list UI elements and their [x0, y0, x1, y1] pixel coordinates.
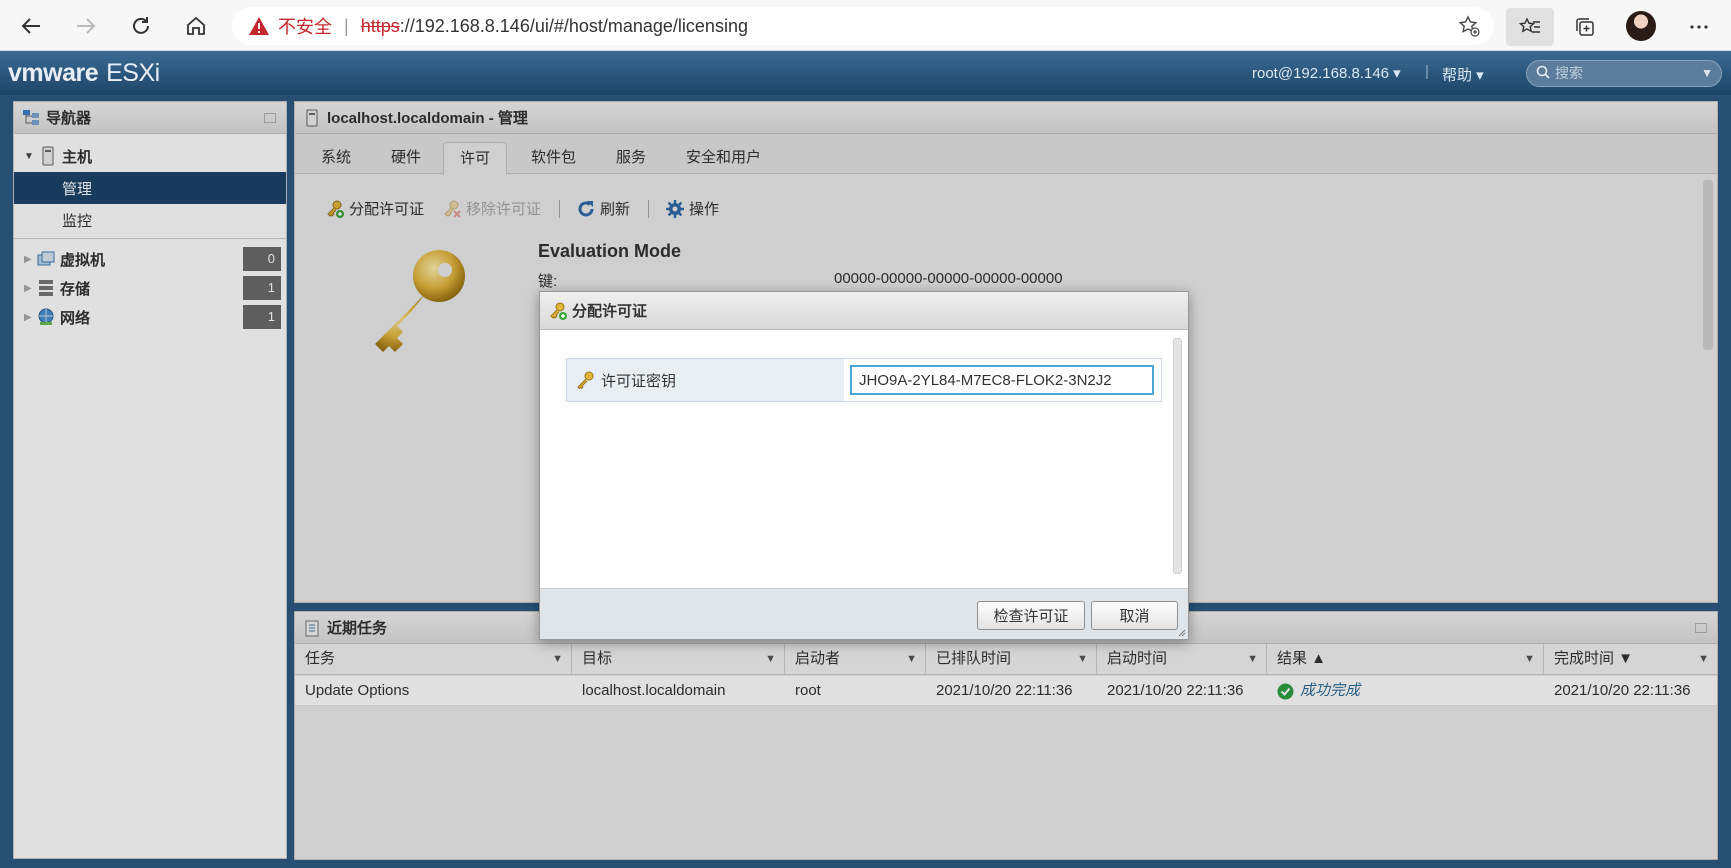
vmware-esxi-logo: vmware ESXi [8, 59, 160, 87]
assign-license-icon [550, 302, 567, 320]
reload-icon [133, 17, 149, 34]
dialog-title: 分配许可证 [572, 303, 648, 320]
dialog-title-bar: 分配许可证 [540, 292, 1188, 330]
cancel-button[interactable]: 取消 [1091, 601, 1178, 630]
insecure-label: 不安全 [278, 17, 332, 37]
add-favorite-icon[interactable] [1458, 15, 1480, 37]
dialog-scrollbar[interactable] [1173, 338, 1182, 574]
reload-button[interactable] [124, 9, 158, 43]
favorites-button[interactable] [1506, 8, 1554, 46]
search-placeholder: 搜索 [1555, 65, 1583, 81]
license-key-input[interactable] [850, 365, 1154, 395]
more-menu-button[interactable] [1675, 8, 1723, 46]
help-menu[interactable]: 帮助 ▾ [1442, 64, 1484, 85]
search-input[interactable]: 搜索 ▼ [1526, 60, 1722, 87]
license-key-field-cell [844, 359, 1161, 401]
esxi-header: vmware ESXi root@192.168.8.146 ▾ | 帮助 ▾ 搜… [0, 51, 1731, 95]
collections-button[interactable] [1561, 8, 1609, 46]
dialog-footer: 检查许可证 取消 [540, 588, 1188, 639]
address-separator: | [344, 15, 349, 36]
home-button[interactable] [179, 9, 213, 43]
chevron-down-icon[interactable]: ▼ [1701, 61, 1713, 86]
resize-grip-icon[interactable] [1178, 629, 1186, 637]
arrow-right-icon [77, 18, 96, 34]
home-icon [187, 16, 205, 35]
arrow-left-icon [21, 18, 40, 34]
back-button[interactable] [14, 9, 48, 43]
url-text: ://192.168.8.146/ui/#/host/manage/licens… [399, 15, 748, 36]
forward-button[interactable] [69, 9, 103, 43]
collections-icon [1576, 18, 1594, 36]
license-key-row: 许可证密钥 [566, 358, 1162, 402]
more-icon [1690, 25, 1708, 29]
check-license-button[interactable]: 检查许可证 [977, 601, 1085, 630]
url-scheme: https [360, 15, 400, 36]
license-key-field-label: 许可证密钥 [567, 359, 844, 401]
license-key-label-text: 许可证密钥 [601, 372, 677, 390]
favorites-icon [1519, 17, 1540, 33]
browser-toolbar: 不安全 | https ://192.168.8.146/ui/#/host/m… [0, 0, 1731, 51]
key-icon [577, 371, 594, 389]
address-bar[interactable]: 不安全 | https ://192.168.8.146/ui/#/host/m… [232, 7, 1494, 45]
profile-avatar[interactable] [1626, 11, 1656, 41]
warning-icon [249, 17, 269, 35]
assign-license-dialog: 分配许可证 许可证密钥 检查许可证 取消 [539, 291, 1189, 640]
user-menu[interactable]: root@192.168.8.146 ▾ [1252, 64, 1401, 82]
header-separator: | [1425, 63, 1429, 80]
search-icon [1536, 65, 1550, 79]
